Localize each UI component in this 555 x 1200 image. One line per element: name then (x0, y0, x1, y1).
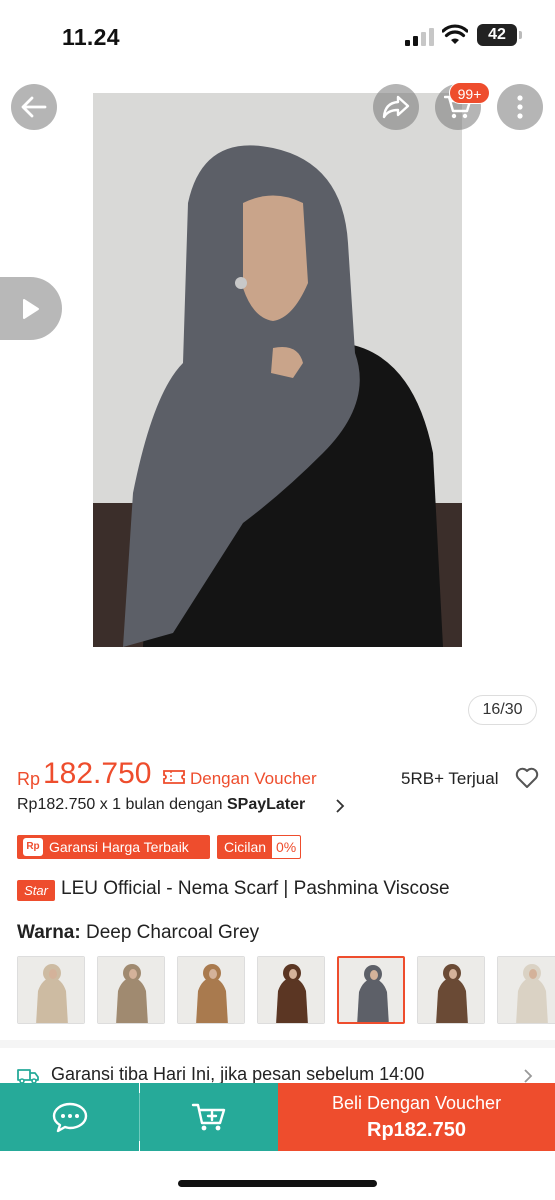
home-indicator[interactable] (178, 1180, 377, 1187)
sold-count: 5RB+ Terjual (401, 769, 499, 788)
voucher-label[interactable]: Dengan Voucher (190, 769, 317, 789)
best-price-badge[interactable]: Rp Garansi Harga Terbaik (17, 835, 210, 859)
more-vertical-icon (517, 95, 523, 119)
play-icon (23, 298, 39, 319)
swatch-thumbnail (18, 957, 84, 1023)
swatch-deep-charcoal-grey[interactable] (337, 956, 405, 1024)
more-options-button[interactable] (497, 84, 543, 130)
product-image[interactable] (93, 93, 462, 647)
rp-mark-icon: Rp (23, 838, 43, 856)
cart-count-badge: 99+ (449, 82, 490, 104)
price-currency: Rp (17, 769, 41, 789)
star-shop-badge: Star (17, 880, 55, 901)
swatch-coffee[interactable] (417, 956, 485, 1024)
swatch-chocolate[interactable] (257, 956, 325, 1024)
cellular-signal-icon (405, 28, 435, 46)
chevron-right-icon (524, 1069, 533, 1083)
swatch-thumbnail (258, 957, 324, 1023)
shipping-text: Garansi tiba Hari Ini, jika pesan sebelu… (51, 1064, 425, 1084)
swatch-thumbnail (339, 958, 403, 1022)
spaylater-info[interactable]: Rp182.750 x 1 bulan dengan SPayLater (17, 796, 305, 814)
price-row: Rp 182.750 Dengan Voucher 5RB+ Terjual (17, 757, 547, 797)
swatch-beige[interactable] (17, 956, 85, 1024)
buy-button-label: Beli Dengan Voucher (331, 1093, 502, 1113)
swatch-mocha-group[interactable] (97, 956, 165, 1024)
play-video-button[interactable] (0, 277, 62, 340)
add-to-cart-button[interactable] (140, 1083, 278, 1151)
buy-with-voucher-button[interactable]: Beli Dengan Voucher Rp182.750 (278, 1083, 555, 1151)
buy-button-price: Rp182.750 (367, 1119, 466, 1141)
voucher-icon (163, 770, 185, 784)
product-title-row: Star LEU Official - Nema Scarf | Pashmin… (17, 878, 547, 904)
status-bar: 11.24 42 (0, 0, 555, 72)
truck-icon (17, 1069, 39, 1084)
variant-label: Warna: (17, 922, 81, 943)
heart-icon[interactable] (515, 767, 539, 789)
wifi-icon (442, 24, 468, 44)
add-to-cart-icon (191, 1103, 226, 1131)
arrow-left-icon (21, 96, 47, 118)
variant-row: Warna: Deep Charcoal Grey (17, 922, 259, 944)
swatch-cream[interactable] (497, 956, 555, 1024)
installment-label: Cicilan Murah (218, 836, 273, 877)
product-title: LEU Official - Nema Scarf | Pashmina Vis… (61, 878, 450, 899)
swatch-thumbnail (178, 957, 244, 1023)
chat-button[interactable] (0, 1083, 139, 1151)
image-counter: 16/30 (468, 695, 537, 725)
swatch-caramel[interactable] (177, 956, 245, 1024)
back-button[interactable] (11, 84, 57, 130)
best-price-label: Garansi Harga Terbaik (49, 839, 189, 855)
share-button[interactable] (373, 84, 419, 130)
variant-value: Deep Charcoal Grey (85, 922, 260, 943)
swatch-thumbnail (498, 957, 555, 1023)
swatch-thumbnail (418, 957, 484, 1023)
bottom-action-bar: Beli Dengan Voucher Rp182.750 (0, 1083, 555, 1151)
status-time: 11.24 (62, 24, 120, 50)
battery-indicator: 42 (477, 24, 522, 46)
chevron-right-icon[interactable] (335, 798, 345, 814)
swatch-thumbnail (98, 957, 164, 1023)
spaylater-provider: SPayLater (226, 796, 306, 813)
installment-rate: 0% (276, 839, 297, 855)
spaylater-prefix: Rp182.750 x 1 bulan dengan (17, 796, 223, 813)
variant-swatches (17, 956, 555, 1026)
share-icon (382, 95, 410, 119)
chat-icon (52, 1102, 87, 1133)
price-amount: 182.750 (43, 757, 152, 790)
installment-badge[interactable]: Cicilan Murah 0% (217, 835, 302, 877)
section-divider (0, 1040, 555, 1048)
